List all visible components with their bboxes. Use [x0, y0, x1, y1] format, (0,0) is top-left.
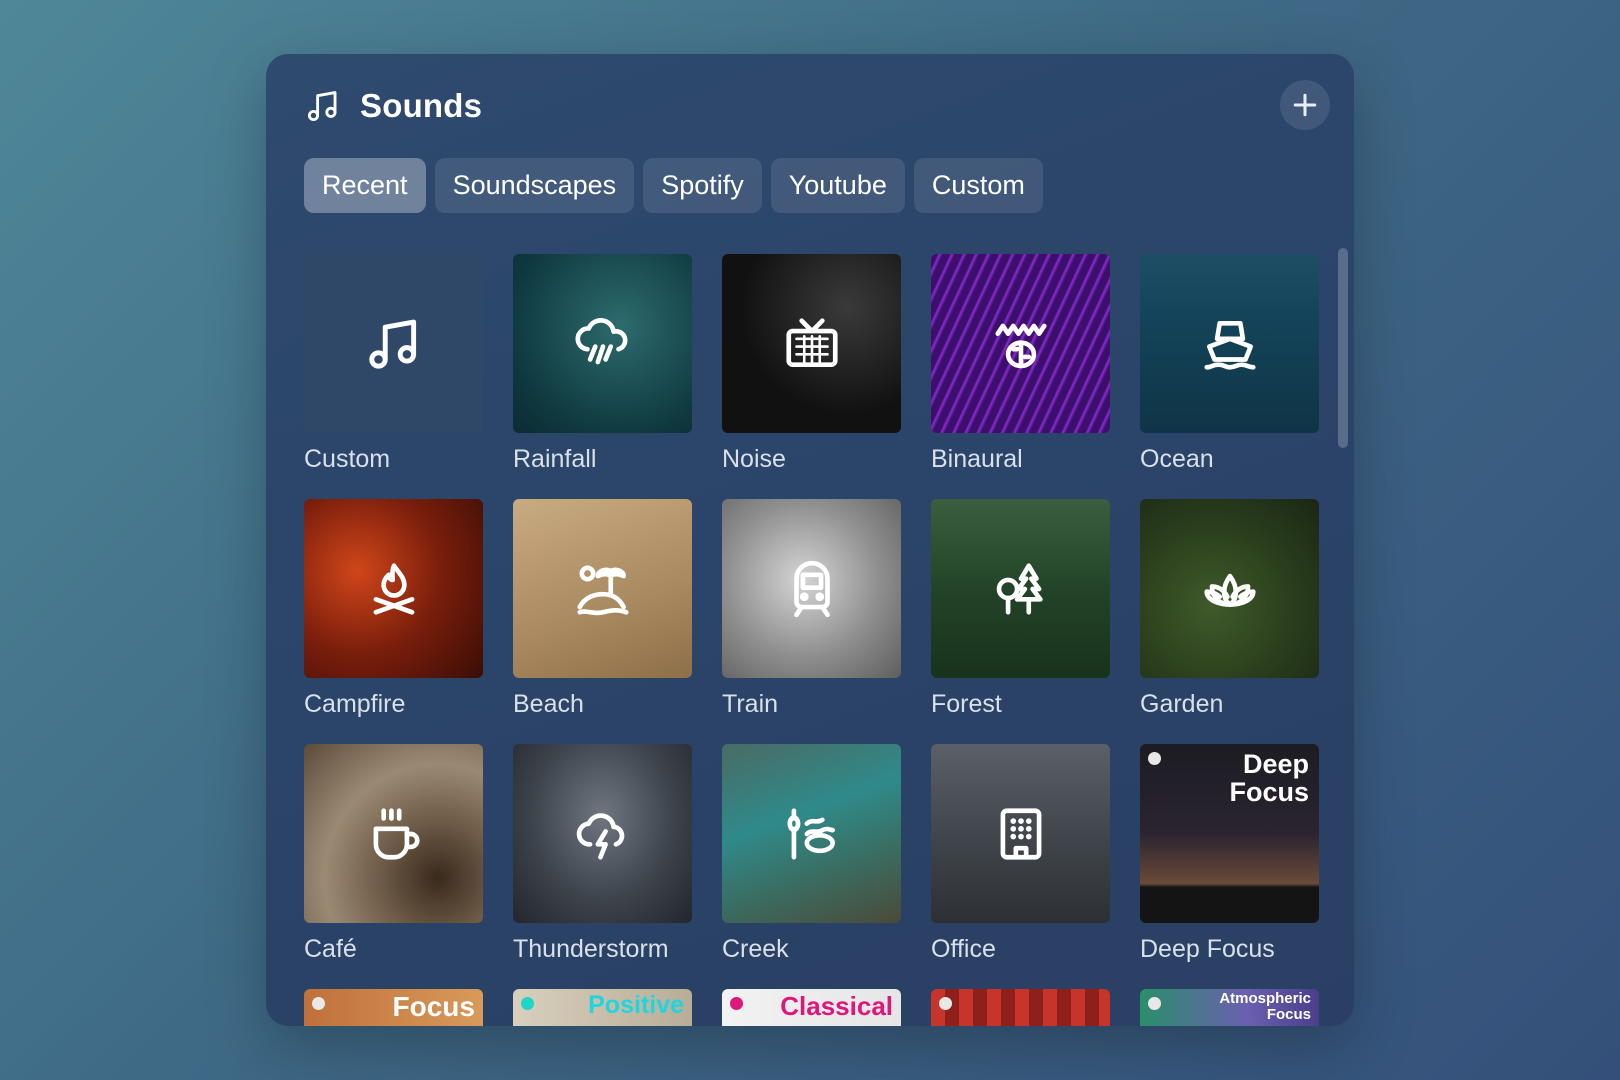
- building-icon: [1000, 807, 1041, 860]
- spotify-icon: [1148, 997, 1161, 1010]
- tile-label: Creek: [722, 935, 789, 963]
- panel-header: Sounds: [304, 84, 1330, 128]
- add-sound-button[interactable]: [1280, 80, 1330, 130]
- tile-label: Binaural: [931, 445, 1023, 473]
- tile-thumbnail: [304, 499, 483, 678]
- sound-tile-cafe[interactable]: Café: [304, 744, 483, 989]
- playlist-cover: Classical: [722, 989, 901, 1026]
- playlist-cover: Deep Focus: [1140, 744, 1319, 923]
- sound-tile-creek[interactable]: Creek: [722, 744, 901, 989]
- sound-tile-beach[interactable]: Beach: [513, 499, 692, 744]
- tile-thumbnail: [722, 744, 901, 923]
- tile-label: Noise: [722, 445, 786, 473]
- tile-label: Campfire: [304, 690, 406, 718]
- playlist-tile-classical[interactable]: Classical: [722, 989, 901, 1026]
- tile-thumbnail: [304, 254, 483, 433]
- cover-title: Focus: [392, 991, 475, 1022]
- sound-tile-forest[interactable]: Forest: [931, 499, 1110, 744]
- sound-tile-thunderstorm[interactable]: Thunderstorm: [513, 744, 692, 989]
- spotify-icon: [1148, 752, 1161, 765]
- sound-tile-train[interactable]: Train: [722, 499, 901, 744]
- rain-cloud-icon: [574, 317, 627, 364]
- tile-label: Café: [304, 935, 357, 963]
- cover-title: Atmospheric Focus: [1219, 990, 1311, 1023]
- storm-cloud-icon: [576, 812, 624, 860]
- tile-thumbnail: [722, 499, 901, 678]
- train-icon: [793, 560, 830, 617]
- music-note-icon: [307, 91, 337, 122]
- island-icon: [576, 564, 629, 615]
- playlist-tile-atmospheric-focus[interactable]: Atmospheric Focus: [1140, 989, 1319, 1026]
- tile-label: Train: [722, 690, 779, 718]
- spotify-icon: [521, 997, 534, 1010]
- trees-icon: [996, 562, 1043, 615]
- plus-icon: [1293, 93, 1317, 117]
- tile-label: Ocean: [1140, 445, 1214, 473]
- sound-tile-deep-focus[interactable]: Deep Focus Deep Focus: [1140, 744, 1319, 989]
- playlist-cover: Positive: [513, 989, 692, 1026]
- tab-custom[interactable]: Custom: [913, 158, 1043, 213]
- cover-title: Deep Focus: [1229, 749, 1309, 807]
- tile-label: Beach: [513, 690, 584, 718]
- coffee-cup-icon: [373, 807, 420, 860]
- sound-tile-binaural[interactable]: Binaural: [931, 254, 1110, 499]
- tab-recent[interactable]: Recent: [304, 158, 426, 213]
- sound-tile-ocean[interactable]: Ocean: [1140, 254, 1319, 499]
- tile-label: Thunderstorm: [513, 935, 669, 963]
- playlist-tile-focus[interactable]: Focus: [304, 989, 483, 1026]
- cover-title: Positive: [588, 991, 684, 1019]
- tile-thumbnail: [1140, 254, 1319, 433]
- tile-label: Deep Focus: [1140, 935, 1275, 963]
- sound-tile-noise[interactable]: Noise: [722, 254, 901, 499]
- spotify-icon: [939, 997, 952, 1010]
- sounds-panel: Sounds Recent Soundscapes Spotify Youtub…: [266, 54, 1354, 1026]
- brain-wave-icon: [994, 323, 1047, 368]
- sound-tile-office[interactable]: Office: [931, 744, 1110, 989]
- sound-tile-campfire[interactable]: Campfire: [304, 499, 483, 744]
- tile-label: Custom: [304, 445, 391, 473]
- campfire-icon: [373, 562, 414, 615]
- sounds-grid: Custom Rainfall Noise Binaural Ocean Cam…: [304, 254, 1319, 1026]
- tab-youtube[interactable]: Youtube: [770, 158, 905, 213]
- tile-label: Garden: [1140, 690, 1224, 718]
- sound-tile-custom[interactable]: Custom: [304, 254, 483, 499]
- tile-label: Forest: [931, 690, 1002, 718]
- category-tabs: Recent Soundscapes Spotify Youtube Custo…: [304, 158, 1043, 213]
- tile-thumbnail: [931, 744, 1110, 923]
- tile-label: Rainfall: [513, 445, 597, 473]
- playlist-cover: Atmospheric Focus: [1140, 989, 1319, 1026]
- sound-tile-rainfall[interactable]: Rainfall: [513, 254, 692, 499]
- tile-thumbnail: [722, 254, 901, 433]
- tile-thumbnail: [513, 254, 692, 433]
- ship-icon: [1203, 320, 1256, 370]
- creek-icon: [786, 807, 835, 860]
- cover-title: Classical: [780, 991, 893, 1021]
- tile-thumbnail: [931, 254, 1110, 433]
- playlist-tile-positive[interactable]: Positive: [513, 989, 692, 1026]
- spotify-icon: [312, 997, 325, 1010]
- tv-static-icon: [785, 317, 838, 367]
- tile-thumbnail: [513, 744, 692, 923]
- tile-thumbnail: [513, 499, 692, 678]
- tile-thumbnail: [931, 499, 1110, 678]
- tab-spotify[interactable]: Spotify: [643, 158, 762, 213]
- playlist-cover: Focus: [304, 989, 483, 1026]
- playlist-tile-4[interactable]: [931, 989, 1110, 1026]
- tile-thumbnail: [304, 744, 483, 923]
- tab-soundscapes[interactable]: Soundscapes: [434, 158, 635, 213]
- spotify-icon: [730, 997, 743, 1010]
- playlist-cover: [931, 989, 1110, 1026]
- page-title: Sounds: [360, 87, 483, 124]
- lotus-icon: [1203, 573, 1256, 607]
- tile-thumbnail: [1140, 499, 1319, 678]
- sound-tile-garden[interactable]: Garden: [1140, 499, 1319, 744]
- tile-label: Office: [931, 935, 996, 963]
- music-note-icon: [368, 319, 416, 369]
- scrollbar[interactable]: [1338, 248, 1348, 448]
